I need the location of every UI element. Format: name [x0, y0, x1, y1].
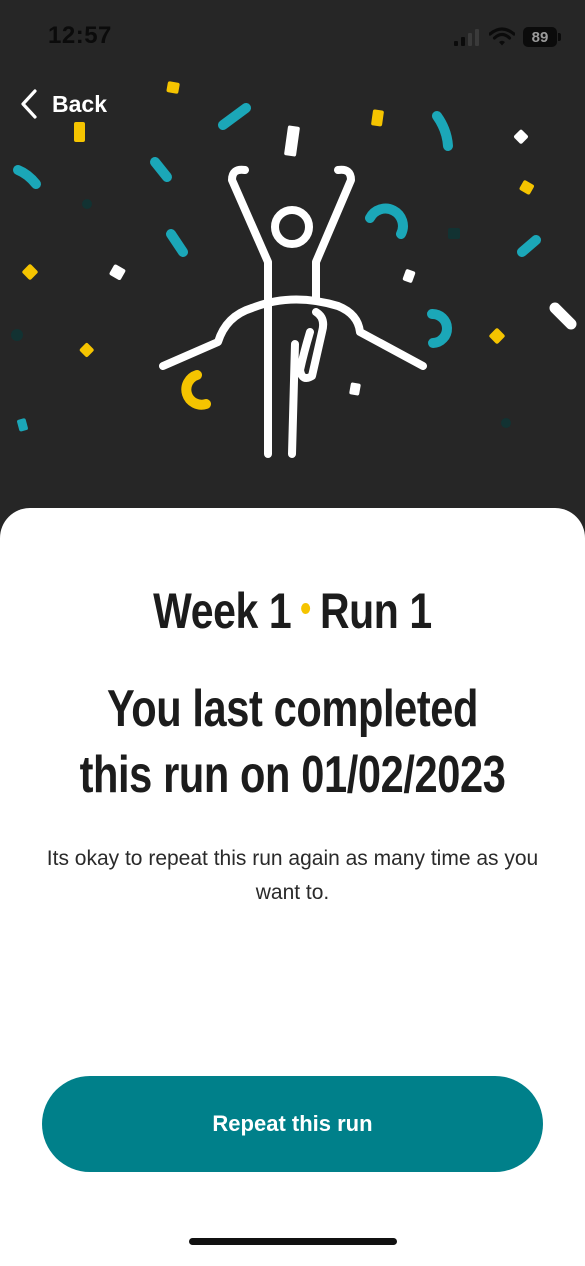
run-label: Run 1 [319, 583, 432, 639]
wifi-icon [489, 27, 515, 46]
status-icons: 89 [453, 25, 561, 49]
repeat-info-text: Its okay to repeat this run again as man… [46, 847, 539, 904]
week-label: Week 1 [153, 583, 292, 639]
completion-title: You last completed this run on 01/02/202… [79, 680, 506, 804]
repeat-run-button[interactable]: Repeat this run [42, 1076, 543, 1172]
battery-icon: 89 [523, 27, 561, 47]
cellular-signal-icon [454, 29, 479, 46]
runner-finish-line-illustration [11, 81, 577, 458]
home-indicator [189, 1238, 397, 1245]
status-time: 12:57 [48, 22, 112, 49]
repeat-run-button-label: Repeat this run [212, 1111, 373, 1136]
run-info-card: Week 1 Run 1 You last completed this run … [0, 508, 585, 1266]
week-run-label: Week 1 Run 1 [53, 582, 533, 640]
battery-level: 89 [531, 28, 549, 46]
status-bar: 12:57 89 [0, 0, 585, 74]
separator-dot-icon [301, 603, 311, 615]
